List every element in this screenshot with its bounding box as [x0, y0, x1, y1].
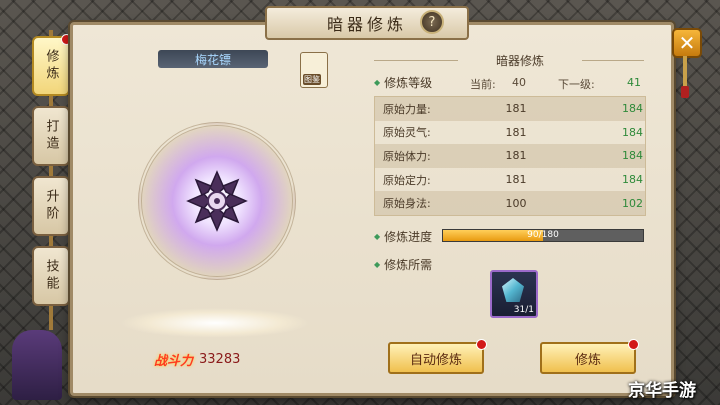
codex-label: 图鉴 — [303, 74, 321, 85]
progress-bar: 90/180 — [442, 229, 644, 242]
player-avatar — [12, 330, 62, 400]
material-count: 31/1 — [513, 305, 534, 315]
tassel-decoration — [681, 56, 689, 98]
watermark: 京华手游 — [628, 381, 696, 401]
stat-row: 原始身法: 100 102 — [375, 191, 645, 215]
weapon-display: 梅花镖 图鉴 战斗力 33283 — [86, 46, 356, 376]
cultivation-panel: 暗器修炼 修炼等级 当前: 40 下一级: 41 原始力量:181184 原始灵… — [370, 46, 650, 376]
tab-upgrade[interactable]: 升阶 — [32, 176, 70, 236]
codex-button[interactable]: 图鉴 — [300, 52, 328, 88]
button-badge-dot — [476, 339, 487, 350]
close-button[interactable]: ✕ — [672, 28, 702, 58]
current-level-label: 当前: — [470, 78, 496, 91]
tab-forge[interactable]: 打造 — [32, 106, 70, 166]
power-label: 战斗力 — [154, 353, 194, 369]
stat-row: 原始定力: 181 184 — [383, 173, 643, 187]
section-title: 暗器修炼 — [495, 54, 544, 68]
tab-skill[interactable]: 技能 — [32, 246, 70, 306]
stat-row: 原始力量: 181 184 — [375, 97, 645, 121]
divider — [374, 60, 458, 61]
weapon-name: 梅花镖 — [158, 50, 268, 68]
stat-row: 原始体力: 181 184 — [375, 144, 645, 168]
progress-text: 90/180 — [527, 230, 559, 240]
question-icon: ? — [428, 14, 436, 30]
button-badge-dot — [628, 339, 639, 350]
current-level-value: 40 — [512, 76, 526, 89]
combat-power: 战斗力 33283 — [154, 350, 304, 369]
crystal-icon — [502, 278, 524, 302]
requirement-label: 修炼所需 — [374, 256, 432, 273]
weapon-orb — [138, 122, 296, 280]
stats-table: 原始力量: 181 184 原始灵气: 181 184 原始体力: 181 184 原始定力… — [374, 96, 646, 216]
cultivate-button[interactable]: 修炼 — [540, 339, 639, 374]
plum-blossom-dart-icon — [186, 170, 248, 232]
divider — [582, 60, 644, 61]
stat-row: 原始灵气: 181 184 — [383, 125, 643, 140]
material-slot[interactable]: 31/1 — [490, 270, 538, 318]
help-button[interactable]: ? — [420, 10, 444, 34]
close-icon: ✕ — [678, 31, 696, 55]
next-level-value: 41 — [627, 76, 641, 89]
level-label: 修炼等级 — [374, 74, 432, 91]
progress-label: 修炼进度 — [374, 228, 432, 245]
pedestal — [120, 308, 310, 338]
auto-cultivate-button[interactable]: 自动修炼 — [388, 339, 487, 374]
power-value: 33283 — [199, 351, 241, 367]
next-level-label: 下一级: — [558, 78, 595, 91]
side-tabs: 修炼 打造 升阶 技能 — [32, 34, 72, 316]
tab-cultivate[interactable]: 修炼 — [32, 34, 72, 96]
